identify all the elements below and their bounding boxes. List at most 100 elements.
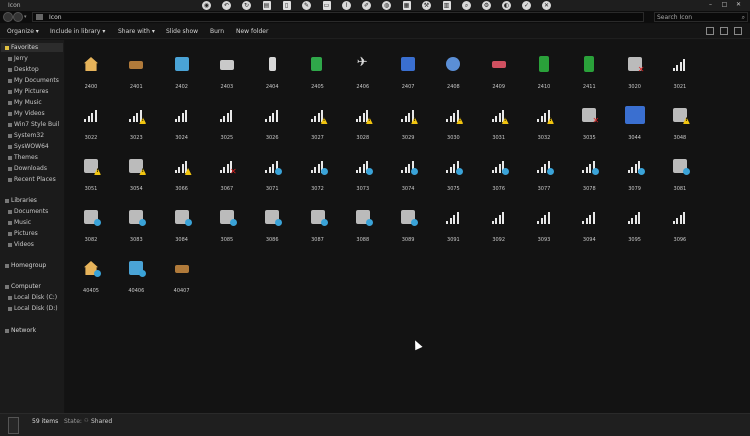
file-item[interactable]: ✕ 3020 <box>613 47 657 91</box>
address-bar[interactable]: Icon <box>32 12 644 22</box>
file-item[interactable]: 3079 <box>613 149 657 193</box>
file-item[interactable]: ! 3048 <box>658 98 702 142</box>
sidebar-item[interactable]: Documents <box>8 208 48 215</box>
file-item[interactable]: 3078 <box>567 149 611 193</box>
new-folder-button[interactable]: New folder <box>236 28 268 35</box>
file-item[interactable]: 2403 <box>205 47 249 91</box>
monitor-icon[interactable]: ▭ <box>318 0 335 11</box>
file-item[interactable]: 3083 <box>114 200 158 244</box>
file-item[interactable]: 3066 <box>160 149 204 193</box>
sidebar-computer-header[interactable]: Computer <box>5 283 41 290</box>
file-item[interactable]: ✕ 3067 <box>205 149 249 193</box>
file-item[interactable]: ✕ 3035 <box>567 98 611 142</box>
file-item[interactable]: 3074 <box>386 149 430 193</box>
file-item[interactable]: 3091 <box>431 200 475 244</box>
sidebar-item[interactable]: Local Disk (C:) <box>8 294 57 301</box>
file-item[interactable]: 3024 <box>160 98 204 142</box>
sidebar-item[interactable]: Jerry <box>8 55 28 62</box>
sidebar-libraries-header[interactable]: Libraries <box>5 197 37 204</box>
file-item[interactable]: ! 3029 <box>386 98 430 142</box>
file-item[interactable]: 3077 <box>522 149 566 193</box>
file-item[interactable]: ! 3054 <box>114 149 158 193</box>
organize-button[interactable]: Organize ▾ <box>7 28 39 35</box>
forward-button[interactable] <box>13 12 23 22</box>
file-item[interactable]: 40405 <box>69 251 113 295</box>
file-item[interactable]: 2401 <box>114 47 158 91</box>
back-button[interactable] <box>3 12 13 22</box>
close-icon[interactable]: ✕ <box>733 1 744 9</box>
search-icon[interactable]: ⌕ <box>742 14 745 22</box>
preview-pane-icon[interactable] <box>720 27 728 35</box>
sidebar-item[interactable]: My Music <box>8 99 42 106</box>
undo-icon[interactable]: ↶ <box>218 0 235 11</box>
file-item[interactable]: 2405 <box>296 47 340 91</box>
sidebar-network[interactable]: Network <box>5 327 36 334</box>
sidebar-item[interactable]: Downloads <box>8 165 47 172</box>
document-icon[interactable]: ▤ <box>258 0 275 11</box>
file-item[interactable]: 2409 <box>477 47 521 91</box>
tools-icon[interactable]: ⚒ <box>418 0 435 11</box>
view-options-icon[interactable] <box>706 27 714 35</box>
sidebar-item[interactable]: Desktop <box>8 66 39 73</box>
file-item[interactable]: ! 3030 <box>431 98 475 142</box>
moon-icon[interactable]: ◐ <box>498 0 515 11</box>
file-item[interactable]: 3073 <box>341 149 385 193</box>
file-item[interactable]: ! 3031 <box>477 98 521 142</box>
file-item[interactable]: 3082 <box>69 200 113 244</box>
file-item[interactable]: 2404 <box>250 47 294 91</box>
recent-pages-icon[interactable]: ▾ <box>24 14 27 20</box>
file-item[interactable]: 2407 <box>386 47 430 91</box>
file-item[interactable]: ! 3027 <box>296 98 340 142</box>
sidebar-item[interactable]: Videos <box>8 241 34 248</box>
file-item[interactable]: ! 3028 <box>341 98 385 142</box>
file-item[interactable]: 40407 <box>160 251 204 295</box>
search-plus-icon[interactable]: ⌕ <box>458 0 475 11</box>
burn-button[interactable]: Burn <box>210 28 224 35</box>
sidebar-item[interactable]: Themes <box>8 154 38 161</box>
file-item[interactable]: 2411 <box>567 47 611 91</box>
help-icon[interactable] <box>734 27 742 35</box>
sidebar-item[interactable]: SysWOW64 <box>8 143 49 150</box>
sidebar-item[interactable]: Pictures <box>8 230 38 237</box>
sidebar-item[interactable]: Recent Places <box>8 176 56 183</box>
file-item[interactable]: 2408 <box>431 47 475 91</box>
file-item[interactable]: 3089 <box>386 200 430 244</box>
sidebar-item[interactable]: Win7 Style Buil <box>8 121 59 128</box>
file-item[interactable]: 3075 <box>431 149 475 193</box>
sidebar-item[interactable]: System32 <box>8 132 44 139</box>
file-item[interactable]: 3094 <box>567 200 611 244</box>
refresh-icon[interactable]: ↻ <box>238 0 255 11</box>
file-item[interactable]: 3072 <box>296 149 340 193</box>
sidebar-favorites-header[interactable]: Favorites <box>1 43 63 52</box>
file-item[interactable]: 3095 <box>613 200 657 244</box>
file-item[interactable]: 3086 <box>250 200 294 244</box>
file-item[interactable]: 40406 <box>114 251 158 295</box>
circle-arrow-icon[interactable]: ◉ <box>198 0 215 11</box>
file-item[interactable]: 3022 <box>69 98 113 142</box>
file-item[interactable]: ! 3032 <box>522 98 566 142</box>
file-item[interactable]: 3084 <box>160 200 204 244</box>
file-item[interactable]: 3088 <box>341 200 385 244</box>
sidebar-item[interactable]: My Videos <box>8 110 45 117</box>
search-input[interactable]: Search Icon ⌕ <box>654 12 748 22</box>
file-item[interactable]: ! 3023 <box>114 98 158 142</box>
file-item[interactable]: 3021 <box>658 47 702 91</box>
globe-icon[interactable]: ◍ <box>378 0 395 11</box>
pen-icon[interactable]: ✎ <box>298 0 315 11</box>
sidebar-homegroup[interactable]: Homegroup <box>5 262 46 269</box>
file-item[interactable]: 3093 <box>522 200 566 244</box>
file-item[interactable]: 3044 <box>613 98 657 142</box>
file-item[interactable]: 3092 <box>477 200 521 244</box>
file-item[interactable]: 2410 <box>522 47 566 91</box>
slide-show-button[interactable]: Slide show <box>166 28 198 35</box>
sidebar-item[interactable]: Music <box>8 219 31 226</box>
sidebar-item[interactable]: My Documents <box>8 77 59 84</box>
share-with-button[interactable]: Share with ▾ <box>118 28 155 35</box>
pencil-icon[interactable]: ✐ <box>358 0 375 11</box>
trash-icon[interactable]: ▥ <box>438 0 455 11</box>
page-icon[interactable]: ▯ <box>278 0 295 11</box>
file-item[interactable]: 2402 <box>160 47 204 91</box>
file-item[interactable]: 3085 <box>205 200 249 244</box>
sidebar-item[interactable]: My Pictures <box>8 88 48 95</box>
file-item[interactable]: 3087 <box>296 200 340 244</box>
